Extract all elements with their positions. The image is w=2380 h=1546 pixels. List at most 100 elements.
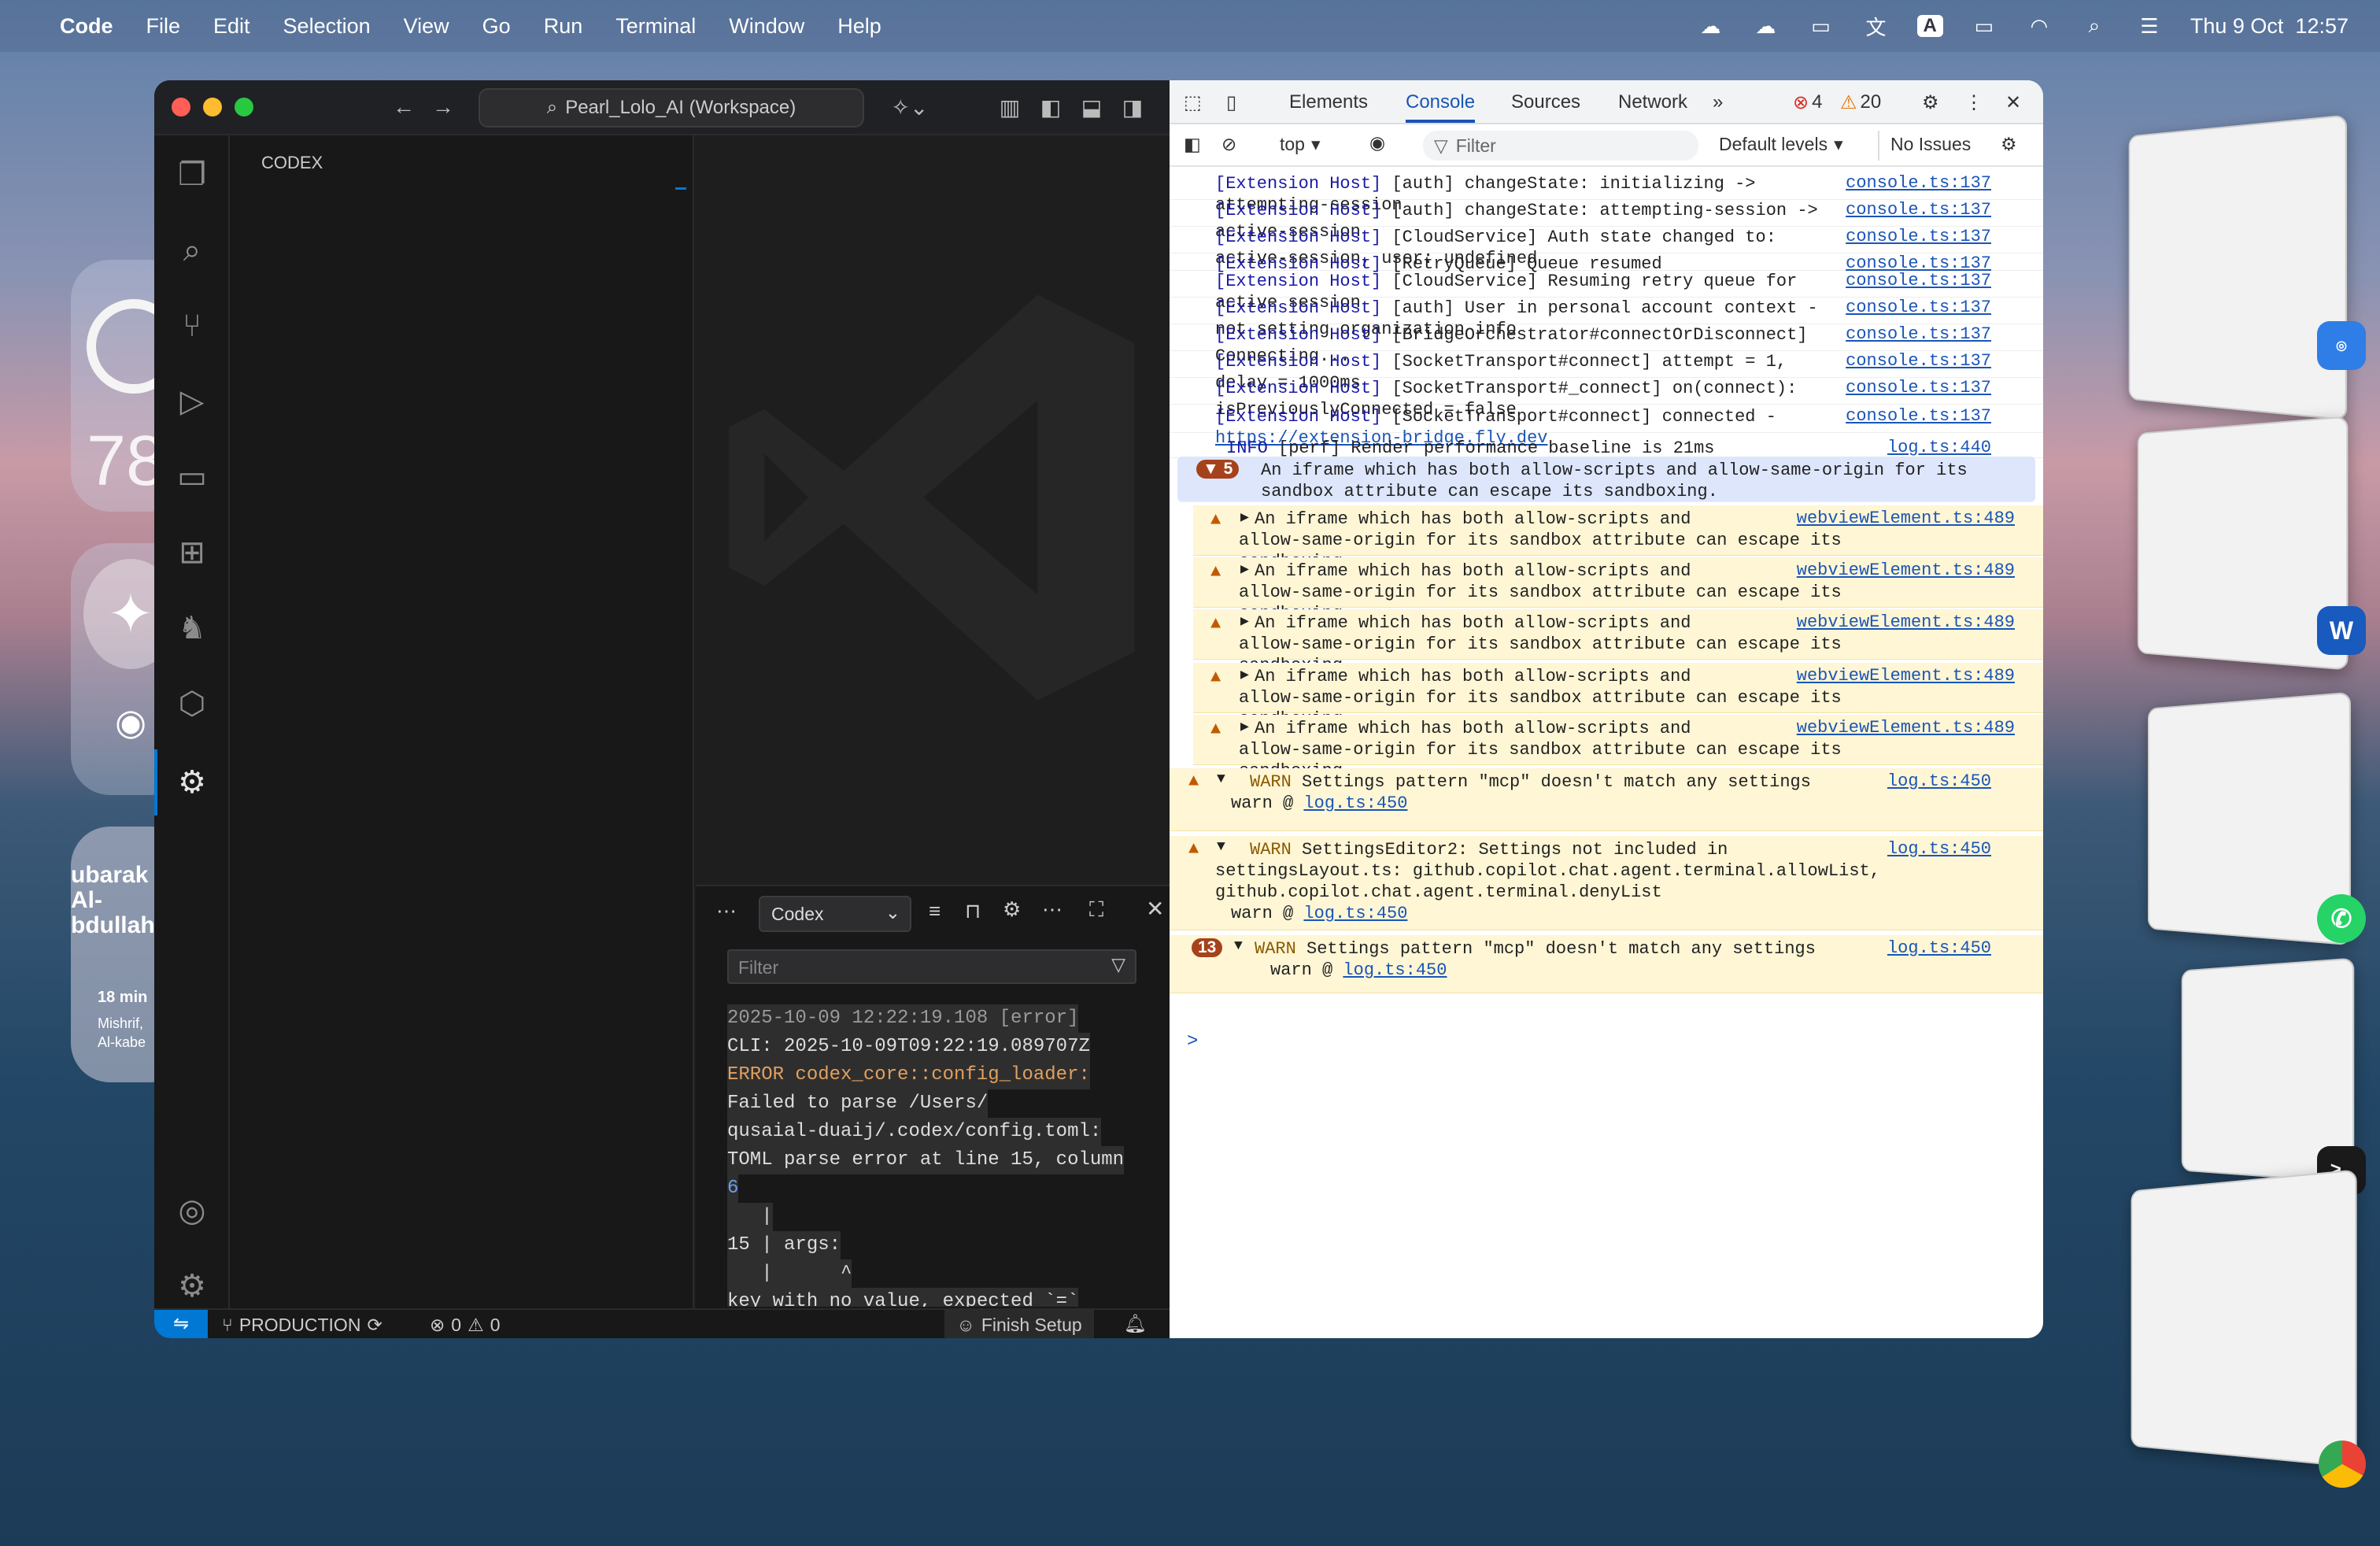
source-link[interactable]: console.ts:137 <box>1846 271 1991 290</box>
menu-window[interactable]: Window <box>729 14 804 39</box>
more-icon[interactable]: ⋯ <box>1042 897 1062 922</box>
whatsapp-icon[interactable]: ✆ <box>2317 894 2366 943</box>
source-link[interactable]: webviewElement.ts:489 <box>1797 612 2015 632</box>
window-thumbnail-browser[interactable] <box>2129 114 2347 420</box>
wifi-icon[interactable]: ◠ <box>2025 14 2053 38</box>
source-link[interactable]: console.ts:137 <box>1846 324 1991 344</box>
close-window-button[interactable] <box>172 98 190 117</box>
settings-gear-icon[interactable]: ⚙ <box>1922 91 1939 114</box>
stack-link[interactable]: log.ts:450 <box>1303 904 1407 923</box>
tab-console[interactable]: Console <box>1406 91 1475 123</box>
translate-icon[interactable]: 文 <box>1862 14 1890 38</box>
console-group-header[interactable]: ▼ 5 An iframe which has both allow-script… <box>1177 457 2035 502</box>
bell-icon[interactable]: 🔔︎ <box>1124 1313 1147 1334</box>
issues-button[interactable]: No Issues <box>1878 131 1982 161</box>
word-icon[interactable]: W <box>2317 606 2366 655</box>
clear-console-icon[interactable]: ⊘ <box>1221 134 1236 155</box>
source-link[interactable]: webviewElement.ts:489 <box>1797 560 2015 580</box>
codex-icon[interactable]: ⚙ <box>168 759 216 806</box>
minimize-window-button[interactable] <box>203 98 222 117</box>
finish-setup-button[interactable]: ☺ Finish Setup <box>944 1310 1094 1338</box>
chrome-icon[interactable] <box>2319 1441 2366 1488</box>
more-actions-icon[interactable]: ⋯ <box>716 899 737 923</box>
account-icon[interactable]: ◎ <box>168 1187 216 1234</box>
console-filter-input[interactable]: ▽ Filter <box>1423 131 1698 161</box>
live-expression-eye-icon[interactable]: ◉ <box>1369 132 1385 153</box>
source-link[interactable]: console.ts:137 <box>1846 298 1991 317</box>
window-thumbnail-browser-2[interactable] <box>2131 1169 2357 1467</box>
cloud-sync-icon[interactable]: ☁ <box>1697 14 1725 38</box>
back-arrow-icon[interactable]: ← <box>390 94 417 120</box>
gear-icon[interactable]: ⚙ <box>168 1263 216 1310</box>
stack-link[interactable]: log.ts:450 <box>1303 793 1407 813</box>
source-link[interactable]: webviewElement.ts:489 <box>1797 666 2015 686</box>
display-icon[interactable]: ▭ <box>1807 14 1835 38</box>
menu-view[interactable]: View <box>404 14 449 39</box>
menu-help[interactable]: Help <box>837 14 881 39</box>
console-settings-icon[interactable]: ⚙ <box>2001 134 2017 155</box>
toggle-sidebar-icon[interactable]: ◧ <box>1037 94 1064 120</box>
source-link[interactable]: webviewElement.ts:489 <box>1797 718 2015 738</box>
remote-indicator-icon[interactable]: ⇋ <box>154 1310 208 1338</box>
forward-arrow-icon[interactable]: → <box>430 94 456 120</box>
cloud-status-icon[interactable]: ☁ <box>1752 14 1780 38</box>
safari-icon[interactable]: ◎ <box>2317 321 2366 370</box>
log-levels-select[interactable]: Default levels ▾ <box>1719 134 1843 155</box>
problems-status[interactable]: ⊗ 0 ⚠ 0 <box>430 1315 501 1336</box>
toggle-panel-icon[interactable]: ⬓ <box>1078 94 1105 120</box>
close-devtools-icon[interactable]: ✕ <box>2005 91 2021 114</box>
source-control-icon[interactable]: ⑂ <box>168 302 216 350</box>
output-channel-select[interactable]: Codex ⌄ <box>759 896 911 932</box>
run-debug-icon[interactable]: ▷ <box>168 378 216 425</box>
source-link[interactable]: log.ts:450 <box>1887 839 1991 859</box>
menu-run[interactable]: Run <box>544 14 583 39</box>
toggle-secondary-sidebar-icon[interactable]: ◨ <box>1119 94 1146 120</box>
source-link[interactable]: console.ts:137 <box>1846 173 1991 193</box>
input-source-icon[interactable]: A <box>1917 15 1943 37</box>
search-icon[interactable]: ⌕ <box>168 227 216 274</box>
menu-file[interactable]: File <box>146 14 181 39</box>
filter-input[interactable]: Filter ▽ <box>727 949 1136 984</box>
battery-icon[interactable]: ▭ <box>1970 14 1998 38</box>
source-link[interactable]: console.ts:137 <box>1846 227 1991 246</box>
branch-status[interactable]: ⑂ PRODUCTION ⟳ <box>222 1315 382 1336</box>
source-link[interactable]: console.ts:137 <box>1846 351 1991 371</box>
menu-edit[interactable]: Edit <box>213 14 250 39</box>
tab-elements[interactable]: Elements <box>1289 91 1368 113</box>
menu-app[interactable]: Code <box>60 14 113 39</box>
source-link[interactable]: log.ts:450 <box>1887 938 1991 958</box>
zoom-window-button[interactable] <box>235 98 253 117</box>
collapse-arrow-icon[interactable]: ▼ <box>1234 938 1243 954</box>
command-center[interactable]: ⌕ Pearl_Lolo_AI (Workspace) <box>479 88 864 128</box>
stack-link[interactable]: log.ts:450 <box>1343 960 1447 980</box>
context-select[interactable]: top ▾ <box>1280 134 1321 155</box>
source-link[interactable]: webviewElement.ts:489 <box>1797 509 2015 528</box>
tab-network[interactable]: Network <box>1618 91 1687 113</box>
tab-sources[interactable]: Sources <box>1511 91 1580 113</box>
source-link[interactable]: console.ts:137 <box>1846 378 1991 398</box>
box-icon[interactable]: ⬡ <box>168 680 216 727</box>
clock[interactable]: Thu 9 Oct 12:57 <box>2190 14 2349 39</box>
maximize-panel-icon[interactable]: ⛶ <box>1089 897 1103 923</box>
control-center-icon[interactable]: ☰ <box>2135 14 2164 38</box>
source-link[interactable]: console.ts:137 <box>1846 200 1991 220</box>
menu-selection[interactable]: Selection <box>283 14 371 39</box>
close-panel-icon[interactable]: ✕ <box>1146 896 1164 922</box>
sidebar-toggle-icon[interactable]: ◧ <box>1184 134 1201 155</box>
source-link[interactable]: log.ts:440 <box>1887 438 1991 457</box>
spotlight-search-icon[interactable]: ⌕ <box>2080 14 2108 38</box>
warning-counter[interactable]: ⚠ 20 <box>1840 91 1881 114</box>
source-link[interactable]: log.ts:450 <box>1887 771 1991 791</box>
explorer-icon[interactable]: ❐ <box>168 151 216 198</box>
extensions-icon[interactable]: ⊞ <box>168 529 216 576</box>
menu-go[interactable]: Go <box>482 14 511 39</box>
inspect-element-icon[interactable]: ⬚ <box>1184 91 1202 114</box>
layout-customize-icon[interactable]: ▥ <box>996 94 1023 120</box>
settings-icon[interactable]: ⚙ <box>1003 897 1021 922</box>
error-counter[interactable]: ⊗ 4 <box>1793 91 1822 114</box>
source-link[interactable]: console.ts:137 <box>1846 406 1991 426</box>
more-options-icon[interactable]: ⋮ <box>1964 91 1983 114</box>
lock-scroll-icon[interactable]: ⊓ <box>965 899 981 923</box>
kangaroo-icon[interactable]: ♞ <box>168 605 216 652</box>
console-prompt[interactable]: > <box>1187 1031 1198 1052</box>
